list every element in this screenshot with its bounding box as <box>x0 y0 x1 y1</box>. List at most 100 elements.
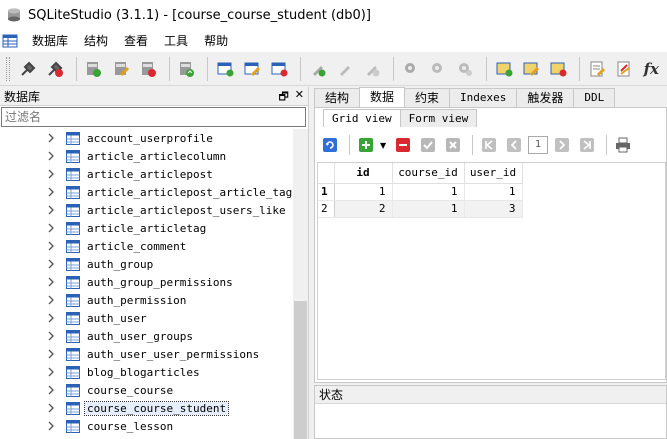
column-header-id[interactable]: id <box>334 163 393 184</box>
delete-table-button[interactable] <box>268 57 291 81</box>
menu-structure[interactable]: 结构 <box>76 30 116 52</box>
tree-item-table[interactable]: auth_user <box>0 309 293 327</box>
chevron-right-icon[interactable] <box>46 187 56 197</box>
chevron-right-icon[interactable] <box>46 259 56 269</box>
mdi-window-icon[interactable] <box>2 33 18 49</box>
tree-item-table[interactable]: article_articlecolumn <box>0 147 293 165</box>
commit-button[interactable] <box>417 134 439 156</box>
tree-item-table[interactable]: course_course <box>0 381 293 399</box>
chevron-right-icon[interactable] <box>46 151 56 161</box>
chevron-right-icon[interactable] <box>46 277 56 287</box>
chevron-right-icon[interactable] <box>46 241 56 251</box>
table-row[interactable]: 2 2 1 3 <box>318 200 523 218</box>
tab-structure[interactable]: 结构 <box>314 88 361 107</box>
cell-course-id[interactable]: 1 <box>392 200 465 218</box>
edit-view-button[interactable] <box>519 57 542 81</box>
refresh-db-button[interactable] <box>175 57 198 81</box>
tree-item-table[interactable]: article_comment <box>0 237 293 255</box>
tree-item-table[interactable]: article_articlepost_users_like <box>0 201 293 219</box>
tree-scrollbar[interactable] <box>293 129 308 439</box>
row-number[interactable]: 1 <box>318 183 335 201</box>
tab-constraints[interactable]: 约束 <box>404 88 451 107</box>
tree-item-table[interactable]: auth_group <box>0 255 293 273</box>
delete-index-button[interactable] <box>361 57 384 81</box>
delete-view-button[interactable] <box>547 57 570 81</box>
tree-item-table[interactable]: auth_permission <box>0 291 293 309</box>
chevron-right-icon[interactable] <box>46 205 56 215</box>
chevron-right-icon[interactable] <box>46 313 56 323</box>
function-editor-button[interactable]: fx <box>640 57 663 81</box>
close-panel-icon[interactable]: ✕ <box>295 88 304 107</box>
edit-trigger-button[interactable] <box>426 57 449 81</box>
create-view-button[interactable] <box>492 57 515 81</box>
cell-id[interactable]: 1 <box>334 183 393 201</box>
column-header-user-id[interactable]: user_id <box>464 163 523 184</box>
edit-index-button[interactable] <box>333 57 356 81</box>
refresh-data-button[interactable] <box>319 134 341 156</box>
page-number-input[interactable]: 1 <box>528 136 549 154</box>
add-db-button[interactable] <box>82 57 105 81</box>
cell-user-id[interactable]: 1 <box>464 183 523 201</box>
chevron-right-icon[interactable] <box>46 331 56 341</box>
ddl-history-button[interactable] <box>612 57 635 81</box>
row-number-header[interactable] <box>318 163 335 184</box>
next-page-button[interactable] <box>551 134 573 156</box>
tree-filter-input[interactable]: 过滤名 <box>1 107 306 127</box>
tab-grid-view[interactable]: Grid view <box>323 109 401 127</box>
tree-item-table[interactable]: auth_user_groups <box>0 327 293 345</box>
tree-item-table[interactable]: account_userprofile <box>0 129 293 147</box>
chevron-right-icon[interactable] <box>46 403 56 413</box>
last-page-button[interactable] <box>576 134 598 156</box>
chevron-right-icon[interactable] <box>46 223 56 233</box>
tab-indexes[interactable]: Indexes <box>449 88 518 107</box>
prev-page-button[interactable] <box>503 134 525 156</box>
delete-trigger-button[interactable] <box>454 57 477 81</box>
toolbar-grip[interactable] <box>6 56 10 81</box>
edit-db-button[interactable] <box>109 57 132 81</box>
remove-db-button[interactable] <box>136 57 159 81</box>
chevron-right-icon[interactable] <box>46 169 56 179</box>
tab-triggers[interactable]: 触发器 <box>516 88 575 107</box>
row-number[interactable]: 2 <box>318 200 335 218</box>
tree-item-table[interactable]: auth_group_permissions <box>0 273 293 291</box>
tree-item-table[interactable]: article_articletag <box>0 219 293 237</box>
rollback-button[interactable] <box>442 134 464 156</box>
menu-database[interactable]: 数据库 <box>24 30 76 52</box>
chevron-right-icon[interactable] <box>46 421 56 431</box>
float-panel-icon[interactable]: 🗗 <box>278 88 288 107</box>
tree-scrollbar-thumb[interactable] <box>294 301 307 439</box>
tree-item-table[interactable]: course_lesson <box>0 417 293 435</box>
tab-data[interactable]: 数据 <box>359 87 406 107</box>
cell-user-id[interactable]: 3 <box>464 200 523 218</box>
print-button[interactable] <box>612 134 634 156</box>
connect-db-button[interactable] <box>16 57 39 81</box>
cell-id[interactable]: 2 <box>334 200 393 218</box>
column-header-course-id[interactable]: course_id <box>392 163 465 184</box>
delete-row-button[interactable] <box>392 134 414 156</box>
menu-tools[interactable]: 工具 <box>156 30 196 52</box>
create-table-button[interactable] <box>213 57 236 81</box>
chevron-right-icon[interactable] <box>46 295 56 305</box>
tree-item-table[interactable]: article_articlepost <box>0 165 293 183</box>
first-page-button[interactable] <box>478 134 500 156</box>
chevron-down-icon[interactable]: ▼ <box>380 141 386 150</box>
tree-item-table[interactable]: article_articlepost_article_tag <box>0 183 293 201</box>
create-trigger-button[interactable] <box>399 57 422 81</box>
disconnect-db-button[interactable] <box>43 57 66 81</box>
tab-form-view[interactable]: Form view <box>399 109 478 127</box>
table-row[interactable]: 1 1 1 1 <box>318 183 523 201</box>
edit-table-button[interactable] <box>240 57 263 81</box>
chevron-right-icon[interactable] <box>46 133 56 143</box>
chevron-right-icon[interactable] <box>46 367 56 377</box>
tree-item-table[interactable]: blog_blogarticles <box>0 363 293 381</box>
chevron-right-icon[interactable] <box>46 349 56 359</box>
open-sql-editor-button[interactable] <box>585 57 608 81</box>
tab-ddl[interactable]: DDL <box>573 88 616 107</box>
menu-view[interactable]: 查看 <box>116 30 156 52</box>
insert-row-button[interactable] <box>355 134 377 156</box>
menu-help[interactable]: 帮助 <box>196 30 236 52</box>
chevron-right-icon[interactable] <box>46 385 56 395</box>
tree-item-table[interactable]: course_course_student <box>0 399 293 417</box>
cell-course-id[interactable]: 1 <box>392 183 465 201</box>
create-index-button[interactable] <box>306 57 329 81</box>
